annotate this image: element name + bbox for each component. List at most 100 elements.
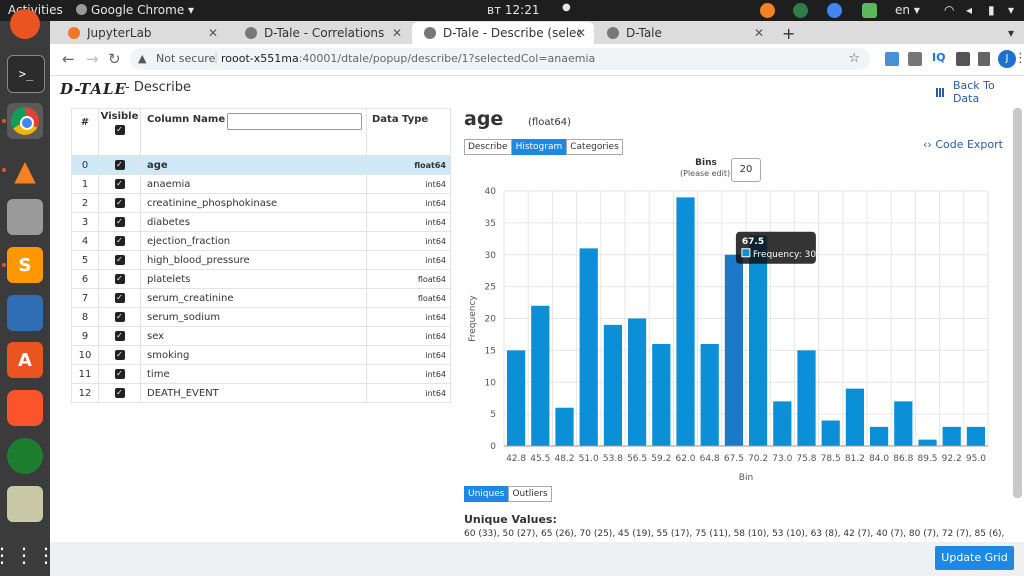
row-index: 5 bbox=[71, 250, 99, 270]
wifi-icon[interactable]: ◠ bbox=[944, 3, 954, 17]
histogram-tab[interactable]: Histogram bbox=[511, 139, 567, 155]
clock[interactable]: вт 12:21 bbox=[487, 3, 539, 17]
warning-icon[interactable]: ▲ bbox=[138, 52, 146, 65]
tab-search-icon[interactable]: ▾ bbox=[1008, 22, 1014, 44]
tab-dtale[interactable]: D-Tale ✕ bbox=[595, 22, 772, 44]
forward-arrow-icon[interactable]: → bbox=[86, 50, 99, 68]
visible-checkbox[interactable]: ✓ bbox=[114, 159, 125, 170]
back-to-data-link[interactable]: Back To Data bbox=[936, 79, 1024, 105]
categories-tab[interactable]: Categories bbox=[566, 139, 623, 155]
new-tab-button[interactable]: + bbox=[782, 22, 795, 44]
visible-checkbox[interactable]: ✓ bbox=[114, 197, 125, 208]
column-row[interactable]: 3 ✓ diabetes int64 bbox=[71, 212, 451, 232]
visible-checkbox[interactable]: ✓ bbox=[114, 311, 125, 322]
firefox-dock-icon[interactable] bbox=[10, 9, 40, 39]
close-tab-icon[interactable]: ✕ bbox=[208, 26, 218, 40]
divider: | bbox=[214, 51, 219, 65]
visible-checkbox[interactable]: ✓ bbox=[114, 273, 125, 284]
column-row[interactable]: 12 ✓ DEATH_EVENT int64 bbox=[71, 383, 451, 403]
camera-dock-icon[interactable] bbox=[7, 438, 43, 474]
column-row[interactable]: 1 ✓ anaemia int64 bbox=[71, 174, 451, 194]
column-row[interactable]: 8 ✓ serum_sodium int64 bbox=[71, 307, 451, 327]
column-row[interactable]: 5 ✓ high_blood_pressure int64 bbox=[71, 250, 451, 270]
x-tick-label: 51.0 bbox=[579, 454, 599, 464]
visible-checkbox[interactable]: ✓ bbox=[114, 349, 125, 360]
visible-checkbox[interactable]: ✓ bbox=[114, 254, 125, 265]
visible-cell: ✓ bbox=[98, 326, 141, 346]
outliers-tab[interactable]: Outliers bbox=[508, 486, 552, 502]
url-text[interactable]: rooot-x551ma:40001/dtale/popup/describe/… bbox=[221, 52, 595, 65]
column-row[interactable]: 9 ✓ sex int64 bbox=[71, 326, 451, 346]
visible-checkbox[interactable]: ✓ bbox=[114, 368, 125, 379]
tab-label: D-Tale - Describe (selectec bbox=[443, 26, 581, 40]
sublime-dock-icon[interactable]: S bbox=[7, 247, 43, 283]
back-arrow-icon[interactable]: ← bbox=[62, 50, 75, 68]
visible-checkbox[interactable]: ✓ bbox=[114, 235, 125, 246]
visible-checkbox[interactable]: ✓ bbox=[114, 216, 125, 227]
tab-correlations[interactable]: D-Tale - Correlations ✕ bbox=[233, 22, 410, 44]
software-center-dock-icon[interactable]: A bbox=[7, 342, 43, 378]
check-tray-icon[interactable] bbox=[862, 3, 877, 18]
volume-icon[interactable]: ◂ bbox=[966, 3, 972, 17]
running-indicator bbox=[2, 168, 6, 172]
x-tick-label: 48.2 bbox=[554, 454, 574, 464]
column-row[interactable]: 6 ✓ platelets float64 bbox=[71, 269, 451, 289]
visible-cell: ✓ bbox=[98, 155, 141, 175]
battery-icon[interactable]: ▮ bbox=[988, 3, 995, 17]
files-dock-icon[interactable] bbox=[7, 199, 43, 235]
column-filter-input[interactable] bbox=[226, 112, 362, 130]
media-icon[interactable] bbox=[978, 52, 990, 66]
visible-checkbox[interactable]: ✓ bbox=[114, 178, 125, 189]
scrollbar[interactable] bbox=[1013, 108, 1022, 498]
bins-input[interactable]: 20 bbox=[731, 158, 761, 182]
uniques-tab[interactable]: Uniques bbox=[464, 486, 509, 502]
visible-checkbox[interactable]: ✓ bbox=[114, 387, 125, 398]
chrome-tray-icon[interactable] bbox=[827, 3, 842, 18]
header-column-name: Column Name bbox=[140, 108, 367, 156]
describe-tab[interactable]: Describe bbox=[464, 139, 512, 155]
app-menu[interactable]: Google Chrome ▾ bbox=[76, 3, 194, 17]
show-apps-icon[interactable]: ⋮⋮⋮ bbox=[0, 537, 56, 573]
column-row[interactable]: 7 ✓ serum_creatinine float64 bbox=[71, 288, 451, 308]
visible-checkbox[interactable]: ✓ bbox=[114, 330, 125, 341]
close-tab-icon[interactable]: ✕ bbox=[754, 26, 764, 40]
select-all-checkbox[interactable]: ✓ bbox=[114, 125, 125, 135]
vlc-tray-icon[interactable] bbox=[760, 3, 775, 18]
histogram-bar bbox=[918, 439, 937, 446]
x-tick-label: 42.8 bbox=[506, 454, 526, 464]
omnibox[interactable]: ▲ Not secure | rooot-x551ma:40001/dtale/… bbox=[130, 48, 870, 70]
brave-dock-icon[interactable] bbox=[7, 390, 43, 426]
column-row[interactable]: 4 ✓ ejection_fraction int64 bbox=[71, 231, 451, 251]
close-tab-icon[interactable]: ✕ bbox=[392, 26, 402, 40]
data-type: int64 bbox=[366, 193, 451, 213]
bookmark-star-icon[interactable]: ☆ bbox=[848, 51, 860, 66]
tab-jupyterlab[interactable]: JupyterLab ✕ bbox=[56, 22, 226, 44]
update-grid-button[interactable]: Update Grid bbox=[935, 546, 1014, 570]
extension-icon[interactable] bbox=[956, 52, 970, 66]
tab-describe[interactable]: D-Tale - Describe (selectec✕ bbox=[412, 22, 594, 44]
data-type: int64 bbox=[366, 212, 451, 232]
column-row[interactable]: 2 ✓ creatinine_phosphokinase int64 bbox=[71, 193, 451, 213]
column-row[interactable]: 0 ✓ age float64 bbox=[71, 155, 451, 175]
code-export-link[interactable]: ‹› Code Export bbox=[923, 138, 1003, 151]
menu-kebab-icon[interactable]: ⋮ bbox=[1014, 51, 1024, 66]
reload-icon[interactable]: ↻ bbox=[108, 50, 121, 68]
security-status[interactable]: Not secure bbox=[156, 52, 215, 65]
extension-icon[interactable]: IQ bbox=[932, 51, 945, 64]
writer-dock-icon[interactable] bbox=[7, 295, 43, 331]
visible-checkbox[interactable]: ✓ bbox=[114, 292, 125, 303]
chrome-dock-icon[interactable] bbox=[7, 103, 43, 139]
column-row[interactable]: 10 ✓ smoking int64 bbox=[71, 345, 451, 365]
dock: >_ ▲ S A ⋮⋮⋮ bbox=[0, 9, 56, 576]
column-row[interactable]: 11 ✓ time int64 bbox=[71, 364, 451, 384]
extension-icon[interactable] bbox=[885, 52, 899, 66]
close-tab-icon[interactable]: ✕ bbox=[576, 26, 586, 40]
power-menu-icon[interactable]: ▾ bbox=[1008, 3, 1014, 17]
image-viewer-dock-icon[interactable] bbox=[7, 486, 43, 522]
selected-column-dtype: (float64) bbox=[528, 117, 571, 128]
extension-icon[interactable] bbox=[908, 52, 922, 66]
language-indicator[interactable]: en ▾ bbox=[895, 3, 920, 17]
terminal-dock-icon[interactable]: >_ bbox=[7, 55, 45, 93]
vlc-dock-icon[interactable]: ▲ bbox=[7, 152, 43, 188]
tray-app-icon[interactable] bbox=[793, 3, 808, 18]
